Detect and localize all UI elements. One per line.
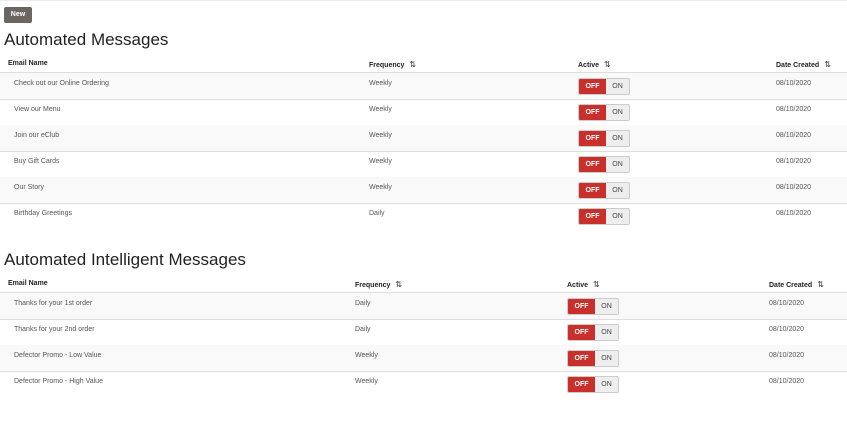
table-row: Check out our Online Ordering Weekly OFF… [0, 73, 847, 99]
sort-arrows-icon[interactable]: ⇅ [824, 60, 831, 69]
active-toggle[interactable]: OFF ON [578, 130, 630, 147]
table-row: Our Story Weekly OFF ON 08/10/2020 [0, 177, 847, 203]
active-toggle[interactable]: OFF ON [567, 350, 619, 367]
email-name[interactable]: Defector Promo - High Value [14, 378, 103, 385]
toggle-on[interactable]: ON [595, 325, 618, 340]
column-header-frequency[interactable]: Frequency ⇅ [355, 280, 402, 289]
toggle-off[interactable]: OFF [568, 325, 595, 340]
column-header-active[interactable]: Active ⇅ [567, 280, 600, 289]
top-divider [0, 0, 847, 1]
frequency: Daily [369, 210, 385, 217]
date-created: 08/10/2020 [776, 80, 812, 87]
toggle-off[interactable]: OFF [568, 299, 595, 314]
toggle-off[interactable]: OFF [579, 105, 606, 120]
sort-arrows-icon[interactable]: ⇅ [604, 60, 611, 69]
frequency: Weekly [369, 80, 392, 87]
table-row: Defector Promo - Low Value Weekly OFF ON… [0, 345, 847, 371]
frequency: Weekly [355, 378, 378, 385]
email-name[interactable]: Thanks for your 2nd order [14, 326, 95, 333]
column-header-email-name[interactable]: Email Name [8, 60, 48, 67]
date-created: 08/10/2020 [769, 326, 805, 333]
toggle-on[interactable]: ON [595, 377, 618, 392]
sort-arrows-icon[interactable]: ⇅ [593, 280, 600, 289]
toggle-on[interactable]: ON [606, 79, 629, 94]
column-header-email-name[interactable]: Email Name [8, 280, 48, 287]
date-created: 08/10/2020 [769, 378, 805, 385]
email-name[interactable]: Defector Promo - Low Value [14, 352, 101, 359]
toggle-off[interactable]: OFF [579, 131, 606, 146]
column-header-frequency[interactable]: Frequency ⇅ [369, 60, 416, 69]
date-created: 08/10/2020 [776, 158, 812, 165]
toggle-off[interactable]: OFF [579, 79, 606, 94]
table-row: Thanks for your 2nd order Daily OFF ON 0… [0, 319, 847, 345]
email-name[interactable]: Our Story [14, 184, 44, 191]
active-toggle[interactable]: OFF ON [578, 182, 630, 199]
column-header-date-created[interactable]: Date Created ⇅ [776, 60, 831, 69]
date-created: 08/10/2020 [769, 300, 805, 307]
sort-arrows-icon[interactable]: ⇅ [395, 280, 402, 289]
toggle-on[interactable]: ON [606, 131, 629, 146]
table-row: Defector Promo - High Value Weekly OFF O… [0, 371, 847, 397]
date-created: 08/10/2020 [776, 132, 812, 139]
email-name[interactable]: Join our eClub [14, 132, 59, 139]
email-name[interactable]: View our Menu [14, 106, 61, 113]
section-title-automated-messages: Automated Messages [4, 30, 169, 49]
toggle-on[interactable]: ON [606, 105, 629, 120]
email-name[interactable]: Check out our Online Ordering [14, 80, 109, 87]
frequency: Weekly [369, 106, 392, 113]
email-name[interactable]: Birthday Greetings [14, 210, 72, 217]
active-toggle[interactable]: OFF ON [578, 156, 630, 173]
active-toggle[interactable]: OFF ON [578, 78, 630, 95]
toggle-on[interactable]: ON [606, 157, 629, 172]
toggle-off[interactable]: OFF [568, 377, 595, 392]
table-row: View our Menu Weekly OFF ON 08/10/2020 [0, 99, 847, 125]
frequency: Weekly [369, 158, 392, 165]
frequency: Weekly [369, 132, 392, 139]
sort-arrows-icon[interactable]: ⇅ [409, 60, 416, 69]
sort-arrows-icon[interactable]: ⇅ [817, 280, 824, 289]
table-row: Join our eClub Weekly OFF ON 08/10/2020 [0, 125, 847, 151]
email-name[interactable]: Buy Gift Cards [14, 158, 60, 165]
new-button[interactable]: New [4, 7, 32, 23]
date-created: 08/10/2020 [776, 210, 812, 217]
toggle-off[interactable]: OFF [579, 183, 606, 198]
toggle-on[interactable]: ON [595, 351, 618, 366]
date-created: 08/10/2020 [769, 352, 805, 359]
toggle-on[interactable]: ON [595, 299, 618, 314]
toggle-off[interactable]: OFF [579, 157, 606, 172]
table-row: Birthday Greetings Daily OFF ON 08/10/20… [0, 203, 847, 229]
date-created: 08/10/2020 [776, 184, 812, 191]
frequency: Daily [355, 300, 371, 307]
frequency: Weekly [369, 184, 392, 191]
active-toggle[interactable]: OFF ON [567, 324, 619, 341]
table-row: Buy Gift Cards Weekly OFF ON 08/10/2020 [0, 151, 847, 177]
active-toggle[interactable]: OFF ON [567, 376, 619, 393]
section-title-automated-intelligent-messages: Automated Intelligent Messages [4, 250, 246, 269]
active-toggle[interactable]: OFF ON [578, 208, 630, 225]
active-toggle[interactable]: OFF ON [567, 298, 619, 315]
active-toggle[interactable]: OFF ON [578, 104, 630, 121]
toggle-on[interactable]: ON [606, 209, 629, 224]
column-header-date-created[interactable]: Date Created ⇅ [769, 280, 824, 289]
toggle-off[interactable]: OFF [568, 351, 595, 366]
frequency: Weekly [355, 352, 378, 359]
date-created: 08/10/2020 [776, 106, 812, 113]
toggle-off[interactable]: OFF [579, 209, 606, 224]
frequency: Daily [355, 326, 371, 333]
toggle-on[interactable]: ON [606, 183, 629, 198]
email-name[interactable]: Thanks for your 1st order [14, 300, 92, 307]
table-row: Thanks for your 1st order Daily OFF ON 0… [0, 293, 847, 319]
column-header-active[interactable]: Active ⇅ [578, 60, 611, 69]
